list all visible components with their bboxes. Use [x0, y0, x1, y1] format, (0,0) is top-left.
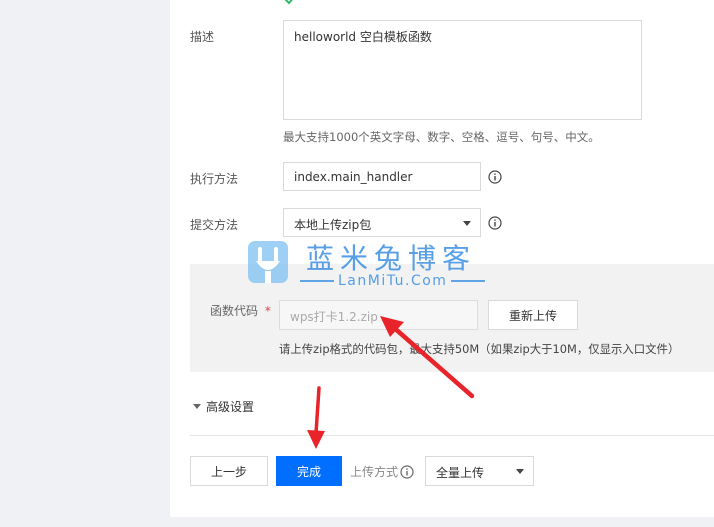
done-button[interactable]: 完成	[276, 456, 342, 486]
submit-method-label: 提交方法	[190, 218, 239, 232]
upload-mode-info-icon[interactable]	[400, 464, 414, 479]
watermark: 蓝米兔博客 LanMiTu.Com	[246, 235, 486, 293]
advanced-settings-toggle[interactable]: 高级设置	[193, 398, 254, 415]
watermark-domain: LanMiTu.Com	[300, 273, 486, 289]
exec-method-label: 执行方法	[190, 172, 239, 186]
code-upload-hint: 请上传zip格式的代码包，最大支持50M（如果zip大于10M，仅显示入口文件）	[279, 342, 680, 356]
upload-mode-label-group: 上传方式	[350, 463, 414, 480]
code-file-name: wps打卡1.2.zip	[290, 310, 378, 324]
submit-info-icon[interactable]	[488, 216, 502, 233]
submit-method-value: 本地上传zip包	[294, 218, 372, 232]
description-value: helloworld 空白模板函数	[294, 30, 432, 44]
caret-down-icon	[516, 469, 524, 474]
watermark-logo-icon	[246, 235, 290, 289]
footer-divider	[190, 435, 714, 436]
caret-down-icon	[463, 221, 471, 226]
exec-info-icon[interactable]	[488, 170, 502, 187]
submit-method-select[interactable]: 本地上传zip包	[283, 208, 481, 237]
watermark-line-left	[300, 280, 334, 282]
watermark-line-right	[451, 280, 486, 282]
required-asterisk: *	[264, 304, 271, 318]
upload-mode-value: 全量上传	[436, 466, 485, 480]
exec-method-value: index.main_handler	[294, 170, 413, 184]
function-code-label: 函数代码 *	[210, 304, 271, 318]
status-check-icon	[284, 0, 296, 5]
upload-mode-label: 上传方式	[350, 465, 399, 479]
exec-method-input[interactable]: index.main_handler	[283, 162, 481, 191]
advanced-settings-label: 高级设置	[206, 400, 255, 414]
caret-down-icon	[193, 404, 201, 409]
description-textarea[interactable]: helloworld 空白模板函数	[283, 20, 642, 120]
code-file-input[interactable]: wps打卡1.2.zip	[279, 300, 478, 330]
watermark-title: 蓝米兔博客	[306, 242, 477, 275]
prev-step-button[interactable]: 上一步	[190, 456, 268, 486]
description-hint: 最大支持1000个英文字母、数字、空格、逗号、句号、中文。	[283, 130, 600, 144]
reupload-button[interactable]: 重新上传	[488, 300, 578, 330]
upload-mode-select[interactable]: 全量上传	[425, 456, 534, 486]
description-label: 描述	[190, 30, 215, 44]
